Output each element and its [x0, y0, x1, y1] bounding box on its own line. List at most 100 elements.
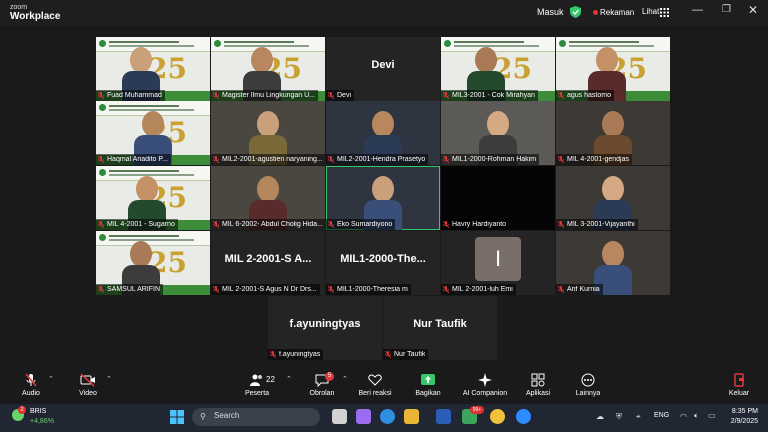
participant-name: MIL1-2000-Rohman Hakim — [452, 156, 537, 163]
mic-muted-icon — [213, 156, 219, 163]
participant-tile[interactable]: Nur Taufik Nur Taufik — [383, 296, 497, 360]
banner-text-line — [569, 41, 639, 43]
mic-muted-icon — [98, 92, 104, 99]
windows-start-icon[interactable] — [170, 410, 184, 424]
mic-muted-icon — [443, 286, 449, 293]
participant-tile[interactable]: f.ayuningtyas f.ayuningtyas — [268, 296, 382, 360]
participant-name-bar: MIL1-2000-Rohman Hakim — [441, 154, 540, 165]
participant-tile[interactable]: 25 MIL 4-2001 - Sugarno — [96, 166, 210, 230]
university-logo-icon — [559, 40, 566, 47]
tray-location-icon[interactable]: ⌖ — [636, 412, 641, 422]
participant-name: Devi — [337, 92, 352, 99]
participant-tile[interactable]: 25 SAMSUL ARIFIN — [96, 231, 210, 295]
taskbar-app-chrome-icon[interactable] — [490, 409, 505, 424]
participant-name: MIL 3-2001-Vijayanthi — [567, 221, 635, 228]
sign-in-button[interactable]: Masuk — [537, 7, 564, 17]
participant-tile[interactable]: 25 Magister Ilmu Lingkungan U... — [211, 37, 325, 101]
participant-tile[interactable]: Devi Devi — [326, 37, 440, 101]
app-brand-small: zoom — [10, 4, 28, 11]
participant-tile[interactable]: MIL2-2001-Hendra Prasetyo — [326, 101, 440, 165]
participant-tile[interactable]: 25 Fuad Muhammad — [96, 37, 210, 101]
recording-indicator[interactable]: Rekaman — [600, 8, 634, 17]
participant-face — [142, 111, 164, 137]
leave-button[interactable]: Keluar — [724, 373, 754, 397]
mic-muted-icon — [443, 92, 449, 99]
participant-tile[interactable]: MIL2-2001-agustien naryaning... — [211, 101, 325, 165]
record-dot-icon — [593, 10, 598, 15]
minimize-icon[interactable]: — — [692, 4, 703, 16]
participant-name: MIL 4-2001-gendjas — [567, 156, 630, 163]
audio-options-caret-icon[interactable]: ⌃ — [48, 375, 54, 383]
participant-name-bar: MIL 4-2001-gendjas — [556, 154, 633, 165]
mic-muted-icon — [213, 92, 219, 99]
taskbar-app-taskview-icon[interactable] — [332, 409, 347, 424]
clock-date[interactable]: 2/9/2025 — [726, 418, 758, 425]
mic-muted-icon — [385, 351, 391, 358]
close-icon[interactable]: ✕ — [748, 3, 758, 17]
participant-face — [257, 111, 279, 137]
taskbar-search-box[interactable] — [192, 408, 320, 426]
grid-view-icon[interactable] — [660, 8, 669, 17]
mic-muted-icon — [558, 92, 564, 99]
university-logo-icon — [444, 40, 451, 47]
mic-muted-icon — [98, 221, 104, 228]
taskbar-app-edge-icon[interactable] — [380, 409, 395, 424]
video-options-caret-icon[interactable]: ⌃ — [106, 375, 112, 383]
video-button[interactable]: Video — [74, 373, 102, 397]
search-icon: ⚲ — [200, 412, 206, 421]
apps-button[interactable]: Aplikasi — [522, 373, 554, 397]
banner-text-line — [454, 45, 539, 47]
participant-name: MIL1-2000-Theresia m — [337, 286, 408, 293]
participant-tile[interactable]: Havry Hardiyanto — [441, 166, 555, 230]
participant-display-name: f.ayuningtyas — [289, 318, 361, 330]
chat-label: Obrolan — [309, 390, 335, 397]
audio-label: Audio — [22, 390, 40, 397]
share-button[interactable]: Bagikan — [412, 373, 444, 397]
share-label: Bagikan — [415, 390, 441, 397]
taskbar-app-word-icon[interactable] — [436, 409, 451, 424]
avatar-initial: I — [475, 237, 521, 281]
participant-tile[interactable]: Arif Kurnia — [556, 231, 670, 295]
participant-tile[interactable]: 25 agus hastomo — [556, 37, 670, 101]
participant-tile[interactable]: MIL1-2000-The... MIL1-2000-Theresia m — [326, 231, 440, 295]
maximize-icon[interactable]: ❐ — [722, 4, 731, 15]
app-brand: Workplace — [10, 11, 61, 22]
more-button[interactable]: Lainnya — [572, 373, 604, 397]
participant-face — [251, 47, 273, 73]
wifi-icon[interactable]: ◠ — [680, 412, 687, 421]
stock-change: +4,86% — [30, 418, 54, 425]
audio-button[interactable]: Audio — [18, 373, 44, 397]
participant-tile[interactable]: MIL1-2000-Rohman Hakim — [441, 101, 555, 165]
participant-tile[interactable]: MIL 3-2001-Vijayanthi — [556, 166, 670, 230]
participant-tile[interactable]: I MIL 2-2001-luh Emi — [441, 231, 555, 295]
tray-security-icon[interactable]: ⛨ — [616, 412, 622, 422]
participants-icon — [250, 374, 262, 386]
participant-name: Havry Hardiyanto — [452, 221, 507, 228]
participant-tile[interactable]: Eko Sumardiyono — [326, 166, 440, 230]
volume-icon[interactable]: 🔈︎ — [694, 411, 699, 421]
participant-tile[interactable]: MIL 6-2002- Abdul Cholig Hida... — [211, 166, 325, 230]
apps-label: Aplikasi — [525, 390, 551, 397]
chat-options-caret-icon[interactable]: ⌃ — [342, 375, 348, 383]
language-indicator[interactable]: ENG — [654, 412, 669, 419]
taskbar-app-explorer-icon[interactable] — [404, 409, 419, 424]
apps-icon — [531, 373, 545, 387]
participant-tile[interactable]: MIL 2-2001-S A... MIL 2-2001-S Agus N Dr … — [211, 231, 325, 295]
participant-name: MIL2-2001-agustien naryaning... — [222, 156, 323, 163]
stock-name[interactable]: BRIS — [30, 408, 46, 415]
battery-icon[interactable]: ▭ — [708, 411, 716, 420]
participant-name-bar: MIL 2-2001-luh Emi — [441, 284, 516, 295]
clock-time[interactable]: 8:35 PM — [726, 408, 758, 415]
participants-options-caret-icon[interactable]: ⌃ — [286, 375, 292, 383]
taskbar-app-zoom-icon[interactable] — [516, 409, 531, 424]
participant-tile[interactable]: 25 MIL3-2001 - Cok Mirahyan — [441, 37, 555, 101]
ai-companion-button[interactable]: AI Companion — [460, 373, 510, 397]
taskbar-app-copilot-icon[interactable] — [356, 409, 371, 424]
shield-icon[interactable] — [570, 6, 581, 18]
banner-header — [96, 231, 210, 246]
reactions-button[interactable]: Beri reaksi — [356, 373, 394, 397]
view-button[interactable]: Lihat — [642, 7, 659, 16]
tray-cloud-icon[interactable]: ☁ — [596, 412, 604, 421]
participant-tile[interactable]: MIL 4-2001-gendjas — [556, 101, 670, 165]
participant-tile[interactable]: 25 Haqmal Ariadito P... — [96, 101, 210, 165]
